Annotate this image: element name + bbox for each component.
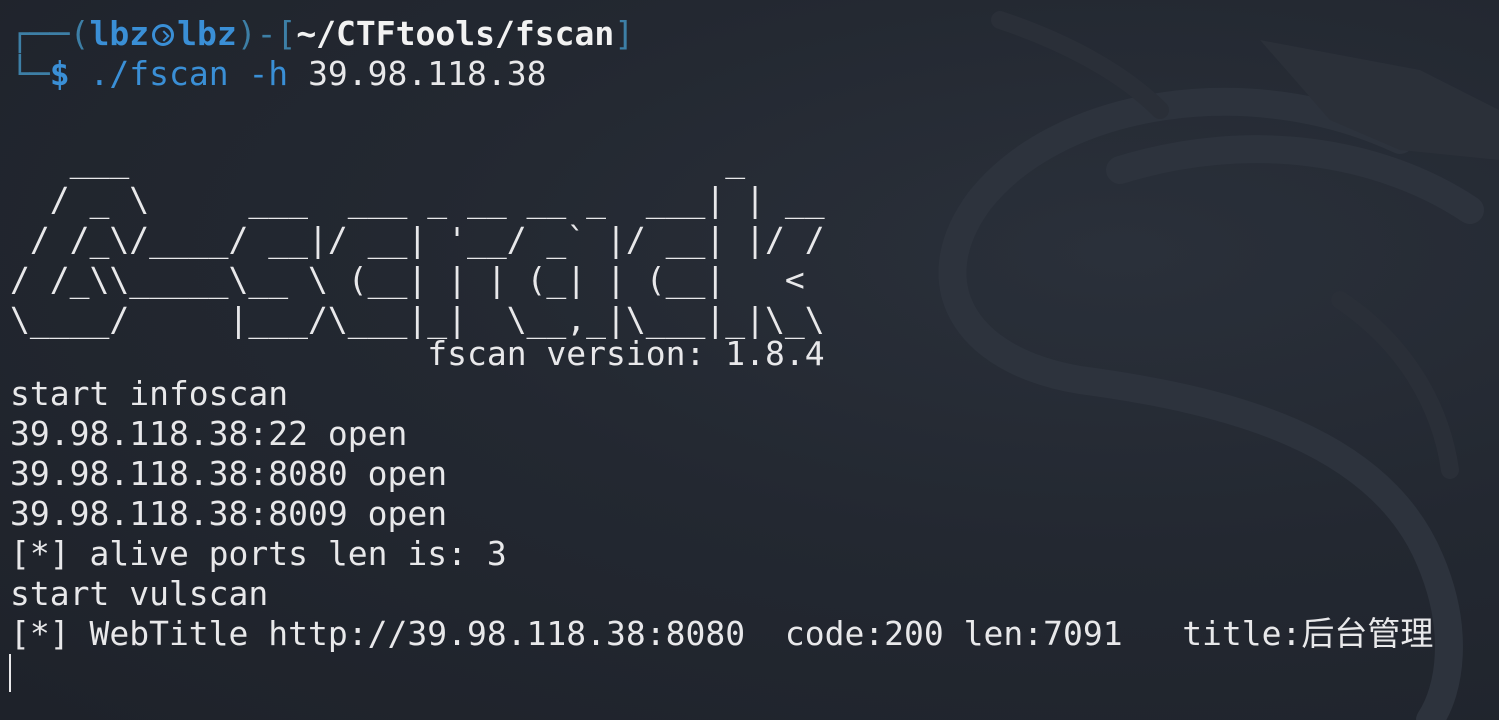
prompt-frame-open: ┌──( (10, 14, 90, 53)
terminal-cursor[interactable] (9, 654, 11, 692)
prompt-frame-close: ] (614, 14, 635, 53)
command-argument: 39.98.118.38 (308, 54, 547, 93)
output-line: 39.98.118.38:8080 open (10, 454, 448, 493)
terminal-window[interactable]: ┌──(lbz lbz)-[~/CTFtools/fscan] └─$ ./fsc… (0, 0, 1499, 720)
prompt-frame-mid: )-[ (236, 14, 297, 53)
output-line: [*] alive ports len is: 3 (10, 534, 507, 573)
prompt-symbol: $ (49, 54, 70, 93)
output-line: start vulscan (10, 574, 269, 613)
output-line: 39.98.118.38:22 open (10, 414, 408, 453)
output-line: [*] WebTitle http://39.98.118.38:8080 co… (10, 614, 1434, 653)
prompt-cwd: ~/CTFtools/fscan (296, 14, 615, 53)
output-line: 39.98.118.38:8009 open (10, 494, 448, 533)
kali-skull-icon (152, 24, 175, 46)
prompt-frame-bottom: └─ (10, 54, 50, 93)
command-text: ./fscan -h (89, 54, 289, 93)
command-line[interactable]: └─$ ./fscan -h 39.98.118.38 (10, 54, 546, 94)
prompt-user: lbz (89, 14, 150, 53)
fscan-version: fscan version: 1.8.4 (10, 334, 825, 373)
prompt-host: lbz (177, 14, 237, 53)
fscan-ascii-banner: ___ _ / _ \ ___ ___ _ __ __ _ ___| | __ … (10, 140, 825, 339)
output-line: start infoscan (10, 374, 289, 413)
prompt-header-line: ┌──(lbz lbz)-[~/CTFtools/fscan] (10, 14, 634, 54)
